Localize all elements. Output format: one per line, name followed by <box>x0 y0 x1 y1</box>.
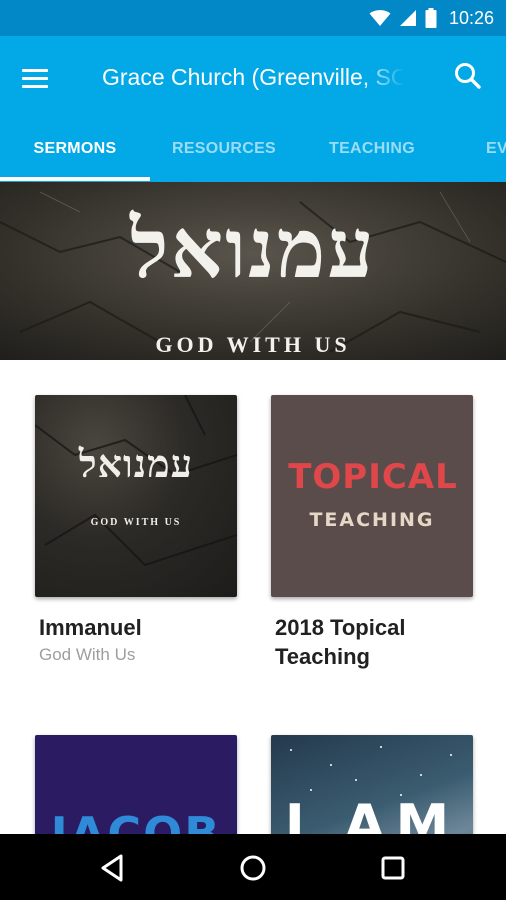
tab-events[interactable]: EVENTS <box>486 126 506 182</box>
series-card-topical-teaching[interactable]: TOPICAL TEACHING 2018 Topical Teaching <box>271 395 473 685</box>
tab-resources[interactable]: RESOURCES <box>150 126 298 182</box>
wifi-icon <box>369 10 391 26</box>
app-bar: Grace Church (Greenville, SC) SERMONS RE… <box>0 36 506 182</box>
series-thumbnail: עמנואל GOD WITH US <box>35 395 237 597</box>
tab-bar: SERMONS RESOURCES TEACHING EVENTS <box>0 126 506 182</box>
series-card-immanuel[interactable]: עמנואל GOD WITH US Immanuel God With Us <box>35 395 237 685</box>
signal-icon <box>399 10 416 26</box>
status-time: 10:26 <box>448 7 494 28</box>
series-art-title: TOPICAL <box>288 457 458 497</box>
series-subtitle: God With Us <box>39 645 136 664</box>
tab-indicator <box>0 177 150 181</box>
featured-banner[interactable]: עמנואל GOD WITH US <box>0 182 506 360</box>
menu-button[interactable] <box>22 60 58 96</box>
recents-icon[interactable] <box>373 848 413 888</box>
title-fade <box>360 60 412 94</box>
hero-subtitle: GOD WITH US <box>155 332 351 357</box>
system-nav-bar <box>0 834 506 900</box>
series-art-subtitle: GOD WITH US <box>90 517 182 528</box>
battery-icon <box>425 8 437 28</box>
tab-teaching[interactable]: TEACHING <box>298 126 446 182</box>
menu-icon <box>22 68 48 72</box>
series-art-hebrew: עמנואל <box>78 441 194 486</box>
status-bar: 10:26 <box>0 0 506 36</box>
back-icon[interactable] <box>93 848 133 888</box>
stone-texture <box>35 395 237 567</box>
tab-sermons[interactable]: SERMONS <box>0 126 150 182</box>
series-thumbnail: TOPICAL TEACHING <box>271 395 473 597</box>
status-icons: 10:26 <box>369 0 494 36</box>
series-title: 2018 Topical Teaching <box>275 615 406 669</box>
series-title: Immanuel <box>39 615 142 640</box>
search-icon[interactable] <box>450 58 486 94</box>
home-icon[interactable] <box>233 848 273 888</box>
hero-hebrew-title: עמנואל <box>130 201 376 297</box>
series-art-subtitle: TEACHING <box>309 509 435 531</box>
